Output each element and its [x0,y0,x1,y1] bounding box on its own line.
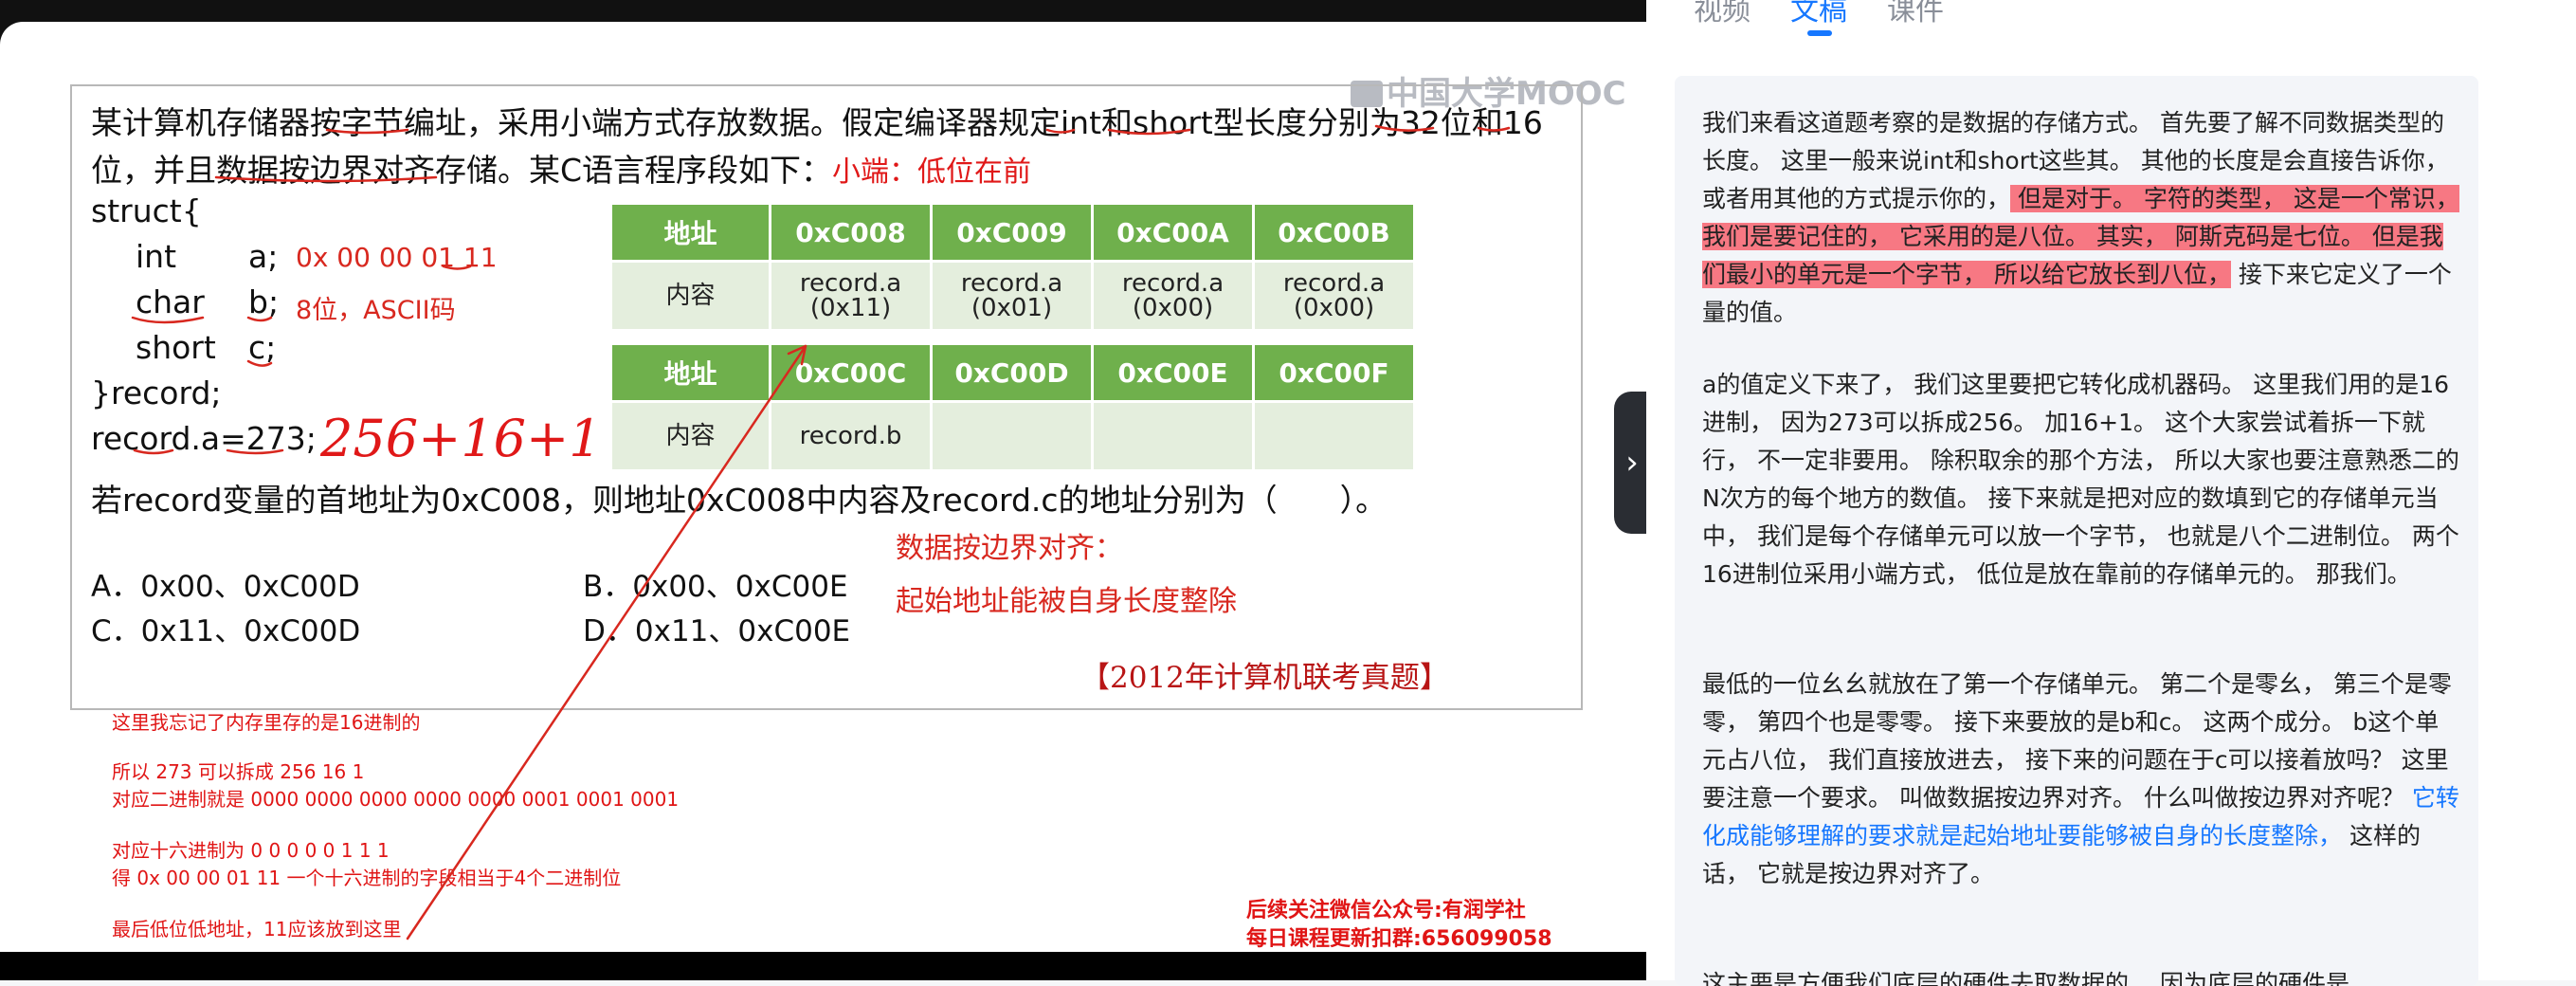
underline-11 [442,265,472,270]
tab-courseware[interactable]: 课件 [1887,0,1944,32]
underline-273 [226,448,284,455]
tab-video[interactable]: 视频 [1694,0,1751,32]
transcript-paragraph-3[interactable]: 最低的一位幺幺就放在了第一个存储单元。 第二个是零幺， 第三个是零零， 第四个也… [1702,666,2460,893]
underline-16 [1477,126,1511,132]
side-panel: 视频 文稿 课件 我们来看这道题考察的是数据的存储方式。 首先要了解不同数据类型… [1646,0,2576,986]
video-player[interactable]: 中国大学MOOC 某计算机存储器按字节编址，采用小端方式存放数据。假定编译器规定… [0,0,1646,980]
underline-int [1045,128,1076,134]
slide-annotations [131,124,1511,940]
underline-char [131,316,205,324]
arrow-to-c008 [406,344,807,940]
collapse-panel-button[interactable]: › [1614,392,1650,534]
underline-c [246,359,273,367]
underline-32bit [1374,124,1435,132]
underline-b [246,316,273,322]
panel-tabs: 视频 文稿 课件 [1694,0,1944,36]
video-controls-bar[interactable] [0,952,1646,980]
chevron-right-icon: › [1625,444,1639,482]
transcript-p3-text: 最低的一位幺幺就放在了第一个存储单元。 第二个是零幺， 第三个是零零， 第四个也… [1702,670,2452,812]
transcript-scroll-area[interactable]: 我们来看这道题考察的是数据的存储方式。 首先要了解不同数据类型的长度。 这里一般… [1675,76,2478,986]
underline-record [133,448,174,455]
tab-transcript[interactable]: 文稿 [1790,0,1847,36]
transcript-paragraph-4[interactable]: 这主要是方便我们底层的硬件去取数据的， 因为底层的硬件是 [1702,965,2460,986]
transcript-paragraph-1[interactable]: 我们来看这道题考察的是数据的存储方式。 首先要了解不同数据类型的长度。 这里一般… [1702,104,2460,332]
underline-byte [325,128,409,135]
underline-short [1107,128,1191,136]
transcript-paragraph-2[interactable]: a的值定义下来了， 我们这里要把它转化成机器码。 这里我们用的是16进制， 因为… [1702,366,2460,593]
lecture-slide: 中国大学MOOC 某计算机存储器按字节编址，采用小端方式存放数据。假定编译器规定… [0,22,1646,952]
underline-align [214,175,438,183]
